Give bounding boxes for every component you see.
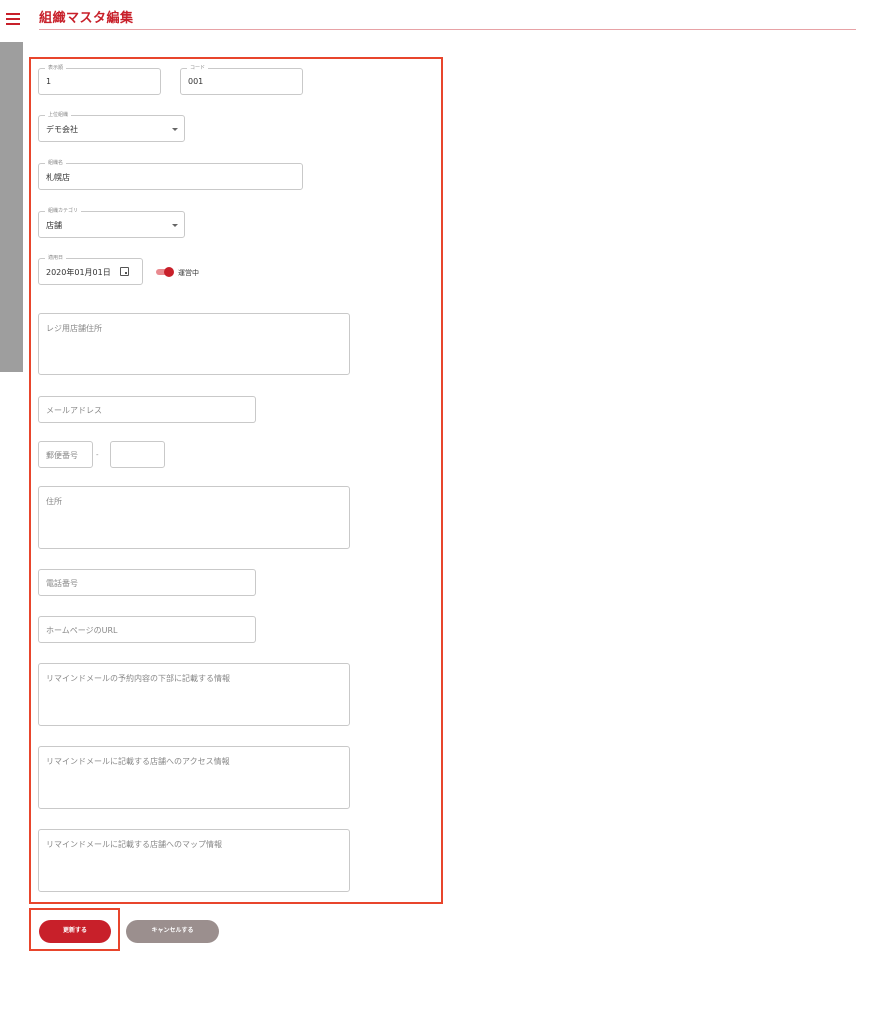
org-name-label: 組織名 bbox=[45, 160, 67, 167]
homepage-url-placeholder: ホームページのURL bbox=[46, 626, 118, 635]
code-label: コード bbox=[187, 65, 209, 72]
org-name-value: 札幌店 bbox=[46, 173, 70, 182]
reminder-footer-placeholder: リマインドメールの予約内容の下部に記載する情報 bbox=[46, 674, 230, 683]
reminder-footer-textarea[interactable]: リマインドメールの予約内容の下部に記載する情報 bbox=[38, 663, 350, 726]
register-address-placeholder: レジ用店舗住所 bbox=[46, 324, 102, 333]
homepage-url-field[interactable]: ホームページのURL bbox=[38, 616, 256, 643]
org-category-value: 店舗 bbox=[46, 221, 62, 230]
phone-field[interactable]: 電話番号 bbox=[38, 569, 256, 596]
apply-date-label: 適用日 bbox=[45, 255, 67, 262]
page-title: 組織マスタ編集 bbox=[39, 11, 134, 26]
email-placeholder: メールアドレス bbox=[46, 406, 102, 415]
parent-org-select[interactable]: 上位組織 デモ会社 bbox=[38, 112, 185, 142]
sidebar-collapsed[interactable] bbox=[0, 42, 23, 372]
postal-code-second-field[interactable] bbox=[110, 441, 165, 468]
display-order-value: 1 bbox=[46, 77, 52, 86]
apply-date-field[interactable]: 適用日 2020年01月01日 bbox=[38, 255, 143, 285]
menu-icon[interactable] bbox=[6, 13, 20, 25]
address-placeholder: 住所 bbox=[46, 497, 62, 506]
cancel-button[interactable]: キャンセルする bbox=[126, 920, 219, 943]
apply-date-value: 2020年01月01日 bbox=[46, 268, 111, 277]
reminder-map-textarea[interactable]: リマインドメールに記載する店舗へのマップ情報 bbox=[38, 829, 350, 892]
address-textarea[interactable]: 住所 bbox=[38, 486, 350, 549]
parent-org-label: 上位組織 bbox=[45, 112, 72, 119]
code-value: 001 bbox=[188, 77, 204, 86]
postal-code-separator: - bbox=[96, 451, 99, 459]
parent-org-value: デモ会社 bbox=[46, 125, 78, 134]
phone-placeholder: 電話番号 bbox=[46, 579, 78, 588]
toggle-thumb bbox=[164, 267, 174, 277]
display-order-label: 表示順 bbox=[45, 65, 67, 72]
operating-toggle-label: 運営中 bbox=[178, 269, 199, 277]
code-field[interactable]: コード 001 bbox=[180, 65, 303, 95]
register-address-textarea[interactable]: レジ用店舗住所 bbox=[38, 313, 350, 375]
calendar-icon[interactable] bbox=[120, 267, 129, 276]
org-category-label: 組織カテゴリ bbox=[45, 208, 82, 215]
reminder-access-textarea[interactable]: リマインドメールに記載する店舗へのアクセス情報 bbox=[38, 746, 350, 809]
operating-toggle[interactable] bbox=[156, 267, 174, 277]
update-button[interactable]: 更新する bbox=[39, 920, 111, 943]
display-order-field[interactable]: 表示順 1 bbox=[38, 65, 161, 95]
postal-code-first-field[interactable]: 郵便番号 bbox=[38, 441, 93, 468]
email-field[interactable]: メールアドレス bbox=[38, 396, 256, 423]
chevron-down-icon bbox=[172, 224, 178, 227]
chevron-down-icon bbox=[172, 128, 178, 131]
postal-code-placeholder: 郵便番号 bbox=[46, 451, 78, 460]
org-name-field[interactable]: 組織名 札幌店 bbox=[38, 160, 303, 190]
reminder-access-placeholder: リマインドメールに記載する店舗へのアクセス情報 bbox=[46, 757, 230, 766]
title-divider bbox=[39, 29, 856, 30]
org-category-select[interactable]: 組織カテゴリ 店舗 bbox=[38, 208, 185, 238]
reminder-map-placeholder: リマインドメールに記載する店舗へのマップ情報 bbox=[46, 840, 222, 849]
